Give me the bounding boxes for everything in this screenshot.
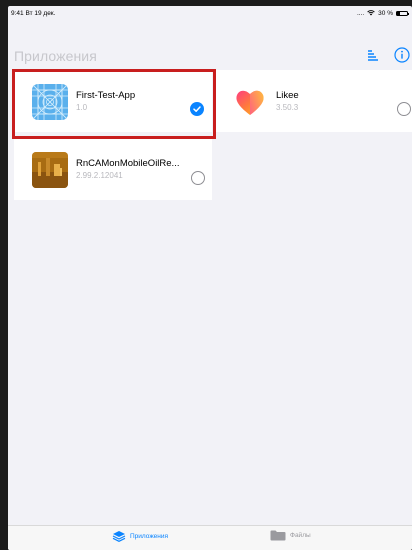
ios-app-grid-icon: [32, 84, 68, 120]
ipad-screen: 9:41 Вт 19 дек. .... 30 % Приложения Fir…: [8, 6, 412, 550]
sort-icon[interactable]: [364, 46, 382, 64]
unselected-radio-icon[interactable]: [191, 171, 205, 185]
unselected-radio-icon[interactable]: [397, 102, 411, 116]
info-icon[interactable]: [393, 46, 411, 64]
app-tile-rncamon[interactable]: RnCAMonMobileOilRe... 2.99.2.12041: [14, 138, 212, 200]
status-time: 9:41 Вт 19 дек.: [11, 9, 56, 17]
tab-files-label: Файлы: [290, 532, 311, 539]
app-version: 1.0: [76, 103, 88, 112]
app-tile-first-test-app[interactable]: First-Test-App 1.0: [14, 70, 212, 132]
app-tile-likee[interactable]: Likee 3.50.3: [214, 70, 412, 132]
app-name: Likee: [276, 90, 299, 101]
status-bar: 9:41 Вт 19 дек. .... 30 %: [8, 6, 412, 20]
folder-icon: [270, 530, 286, 541]
likee-heart-icon: [232, 84, 268, 120]
app-name: RnCAMonMobileOilRe...: [76, 158, 180, 169]
tab-apps-label: Приложения: [130, 532, 169, 540]
app-version: 3.50.3: [276, 103, 299, 112]
layers-icon: [112, 531, 126, 542]
app-name: First-Test-App: [76, 90, 136, 101]
page-title: Приложения: [14, 48, 97, 64]
navigation-bar: Приложения: [8, 20, 412, 74]
oil-app-icon: [32, 152, 68, 188]
status-right: .... 30 %: [356, 9, 409, 17]
battery-percent: 30 %: [378, 9, 393, 17]
app-version: 2.99.2.12041: [76, 171, 123, 180]
tab-bar: Приложения Файлы: [8, 525, 412, 550]
battery-icon: [396, 10, 409, 16]
tab-apps[interactable]: Приложения: [112, 530, 168, 542]
wifi-icon: [367, 10, 375, 16]
signal-dots: ....: [356, 9, 365, 17]
selected-checkmark-icon[interactable]: [190, 102, 204, 116]
tab-files[interactable]: Файлы: [270, 530, 311, 541]
